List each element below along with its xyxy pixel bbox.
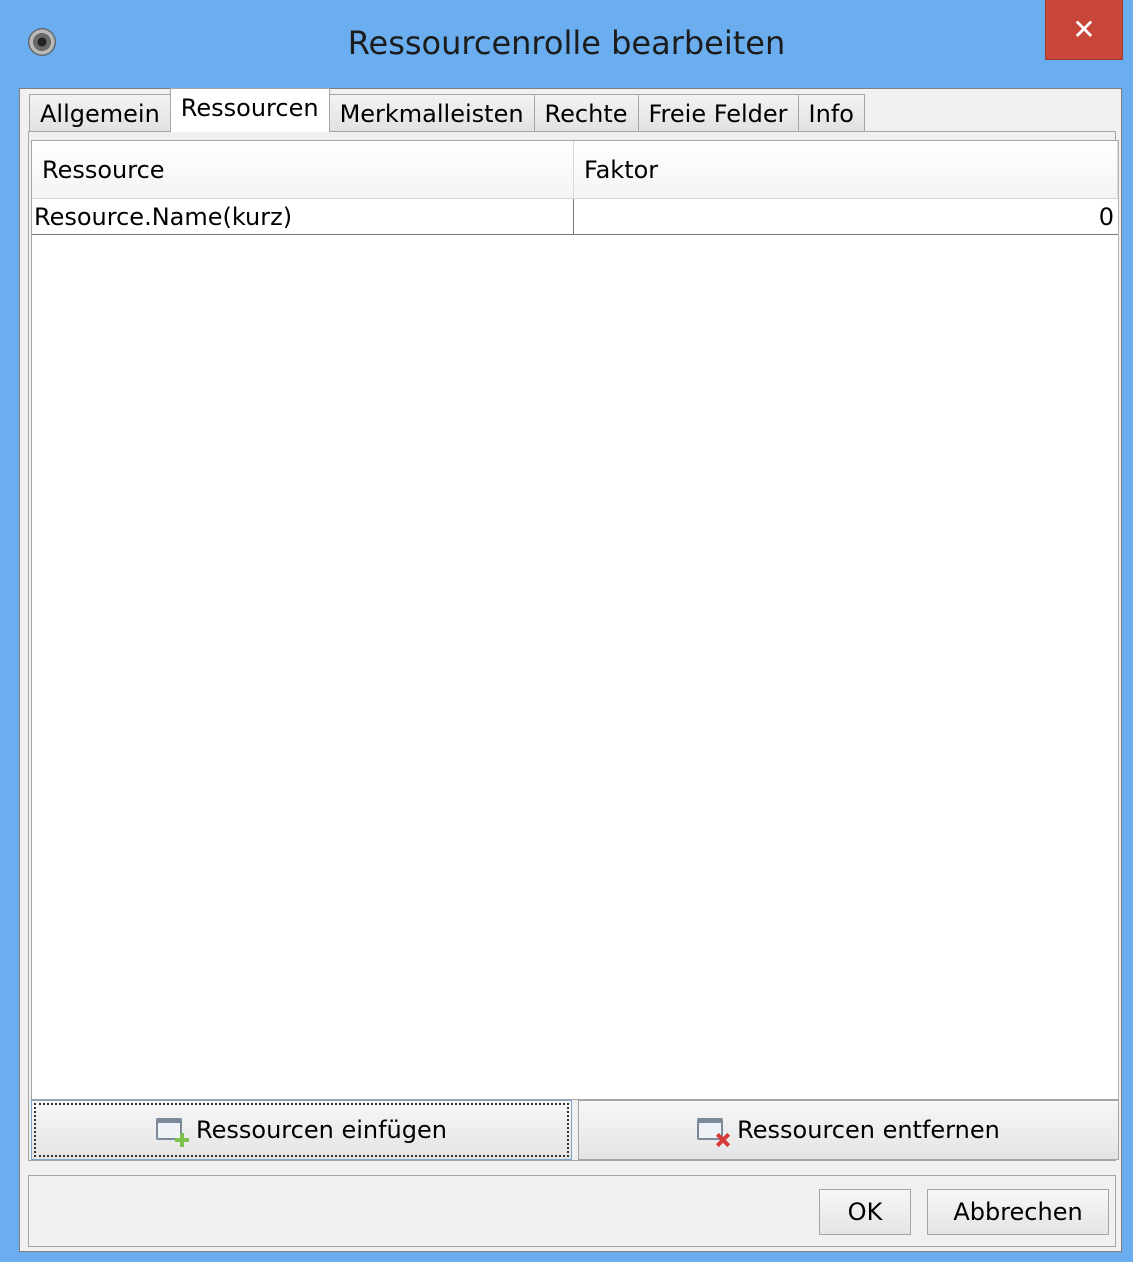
cell-faktor[interactable]: 0: [574, 199, 1118, 234]
ok-button[interactable]: OK: [819, 1189, 911, 1235]
add-resource-icon: [156, 1116, 190, 1147]
column-header-faktor[interactable]: Faktor: [574, 141, 1118, 199]
resource-table[interactable]: Ressource Faktor Resource.Name(kurz) 0: [31, 140, 1119, 1100]
table-actions: Ressourcen einfügen Ressourcen entfernen: [31, 1100, 1119, 1164]
tab-info[interactable]: Info: [797, 94, 865, 132]
remove-resources-label: Ressourcen entfernen: [737, 1116, 1000, 1144]
tab-rechte[interactable]: Rechte: [533, 94, 639, 132]
add-resources-label: Ressourcen einfügen: [196, 1116, 447, 1144]
close-button[interactable]: ✕: [1045, 0, 1123, 60]
tab-panel-ressourcen: Ressource Faktor Resource.Name(kurz) 0 R…: [28, 131, 1119, 1164]
table-body: Resource.Name(kurz) 0: [32, 199, 1118, 235]
tab-freie-felder[interactable]: Freie Felder: [637, 94, 799, 132]
tab-allgemein[interactable]: Allgemein: [29, 94, 171, 132]
remove-resource-icon: [697, 1116, 729, 1144]
tab-ressourcen[interactable]: Ressourcen: [169, 88, 330, 132]
table-row[interactable]: Resource.Name(kurz) 0: [32, 199, 1118, 235]
dialog-window: Ressourcenrolle bearbeiten ✕ Allgemein R…: [0, 0, 1133, 1262]
title-bar[interactable]: Ressourcenrolle bearbeiten ✕: [0, 0, 1133, 88]
remove-resources-button[interactable]: Ressourcen entfernen: [578, 1100, 1119, 1160]
dialog-content: Allgemein Ressourcen Merkmalleisten Rech…: [19, 88, 1122, 1252]
cancel-button[interactable]: Abbrechen: [927, 1189, 1109, 1235]
table-header: Ressource Faktor: [32, 141, 1118, 199]
close-icon: ✕: [1072, 13, 1096, 46]
dialog-button-bar: OK Abbrechen: [28, 1175, 1116, 1247]
tab-bar: Allgemein Ressourcen Merkmalleisten Rech…: [29, 88, 865, 132]
window-title: Ressourcenrolle bearbeiten: [347, 24, 786, 62]
tab-merkmalleisten[interactable]: Merkmalleisten: [328, 94, 535, 132]
column-header-ressource[interactable]: Ressource: [32, 141, 574, 199]
cell-ressource[interactable]: Resource.Name(kurz): [32, 199, 574, 234]
add-resources-button[interactable]: Ressourcen einfügen: [31, 1100, 572, 1160]
